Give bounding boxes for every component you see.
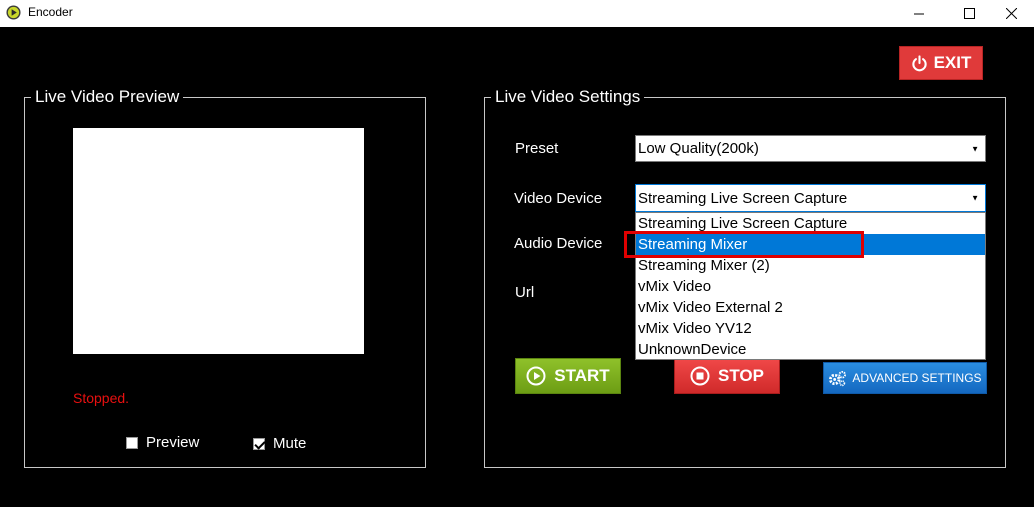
advanced-label: ADVANCED SETTINGS [852, 371, 982, 385]
stop-circle-icon [690, 366, 710, 386]
preview-group-title: Live Video Preview [31, 86, 184, 108]
close-button[interactable] [988, 0, 1034, 27]
mute-checkbox-box[interactable] [253, 437, 265, 450]
preview-checkbox[interactable]: Preview [126, 434, 199, 451]
minimize-button[interactable] [896, 0, 942, 27]
dropdown-arrow-icon: ▼ [971, 144, 979, 153]
exit-button[interactable]: EXIT [899, 46, 983, 80]
video-device-label: Video Device [514, 190, 603, 207]
preset-value: Low Quality(200k) [638, 140, 759, 157]
close-icon [1005, 8, 1017, 19]
dropdown-arrow-icon: ▼ [971, 193, 979, 203]
dropdown-option[interactable]: vMix Video YV12 [636, 318, 985, 339]
audio-device-label: Audio Device [514, 235, 603, 252]
gears-icon [829, 370, 847, 386]
stop-button[interactable]: STOP [674, 358, 780, 394]
exit-label: EXIT [933, 53, 972, 72]
dropdown-option[interactable]: vMix Video [636, 276, 985, 297]
dropdown-option[interactable]: UnknownDevice [636, 339, 985, 360]
mute-checkbox[interactable]: Mute [253, 435, 306, 452]
app-icon [6, 5, 21, 20]
video-device-value: Streaming Live Screen Capture [638, 189, 848, 207]
advanced-settings-button[interactable]: ADVANCED SETTINGS [823, 362, 987, 394]
preview-checkbox-label: Preview [146, 434, 200, 451]
mute-checkbox-label: Mute [273, 435, 307, 452]
preview-checkbox-box[interactable] [126, 436, 138, 449]
start-button[interactable]: START [515, 358, 621, 394]
preset-select[interactable]: Low Quality(200k) ▼ [635, 135, 986, 162]
maximize-icon [963, 8, 975, 19]
callout-highlight [624, 231, 864, 258]
start-label: START [554, 366, 610, 385]
url-label: Url [515, 284, 535, 301]
maximize-button[interactable] [946, 0, 992, 27]
video-preview-area [73, 128, 364, 354]
settings-group-title: Live Video Settings [491, 86, 645, 108]
window-title: Encoder [28, 5, 73, 19]
stop-label: STOP [718, 366, 764, 385]
play-circle-icon [526, 366, 546, 386]
dropdown-option[interactable]: vMix Video External 2 [636, 297, 985, 318]
preset-label: Preset [515, 140, 559, 157]
dropdown-option[interactable]: Streaming Mixer (2) [636, 255, 985, 276]
title-bar: Encoder [0, 0, 1034, 27]
minimize-icon [914, 13, 924, 14]
video-device-select[interactable]: Streaming Live Screen Capture ▼ [635, 184, 986, 212]
status-text: Stopped. [73, 390, 130, 406]
power-icon [911, 54, 927, 71]
